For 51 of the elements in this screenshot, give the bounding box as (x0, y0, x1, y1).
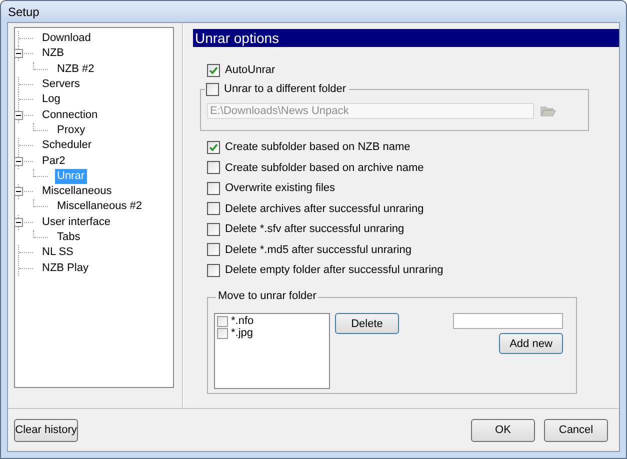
tree-item[interactable]: Download (40, 31, 93, 46)
checkbox-label: AutoUnrar (225, 64, 276, 76)
checkbox-label: Delete empty folder after successful unraring (225, 264, 444, 276)
checkbox-label: Overwrite existing files (225, 182, 336, 194)
checkbox[interactable] (217, 316, 228, 326)
collapse-icon[interactable] (14, 49, 23, 58)
ok-button[interactable]: OK (471, 418, 535, 442)
tree-item[interactable]: Scheduler (40, 138, 94, 154)
checkbox[interactable] (207, 140, 220, 154)
file-pattern-list[interactable]: *.nfo *.jpg (214, 313, 330, 389)
clear-history-button[interactable]: Clear history (14, 418, 78, 442)
checkbox-label: Create subfolder based on archive name (225, 162, 424, 174)
tree-item[interactable]: Log (40, 92, 62, 108)
checkbox[interactable] (207, 222, 220, 236)
collapse-icon[interactable] (14, 156, 23, 166)
checkbox[interactable] (207, 64, 220, 76)
tree-item[interactable]: Servers (40, 77, 82, 92)
checkbox-label: Create subfolder based on NZB name (225, 141, 410, 153)
checkbox-label: Unrar to a different folder (224, 83, 346, 95)
window-title: Setup (8, 4, 40, 18)
collapse-icon[interactable] (14, 110, 23, 120)
tree-item[interactable]: NL SS (40, 245, 76, 260)
tree-item[interactable]: NZB Play (40, 260, 90, 276)
tree-item[interactable]: Connection (40, 108, 100, 123)
collapse-icon[interactable] (14, 218, 23, 227)
collapse-icon[interactable] (14, 187, 23, 196)
tree-item[interactable]: User interface (40, 214, 112, 230)
checkbox[interactable] (207, 264, 220, 276)
section-header: Unrar options (193, 29, 619, 47)
checkbox-label: Delete *.sfv after successful unraring (225, 223, 404, 235)
group-title: Move to unrar folder (216, 290, 318, 302)
checkbox[interactable] (207, 161, 220, 174)
checkbox[interactable] (217, 328, 228, 338)
list-item[interactable]: *.jpg (231, 327, 254, 339)
checkbox[interactable] (207, 202, 220, 215)
tree-item[interactable]: Miscellaneous (40, 184, 114, 200)
tree-item[interactable]: Tabs (55, 230, 82, 245)
input-field[interactable] (453, 313, 563, 329)
tree-item[interactable]: Proxy (55, 122, 88, 138)
list-item[interactable]: *.nfo (231, 315, 254, 327)
checkbox-label: Delete archives after successful unraring (225, 202, 424, 214)
tree-item[interactable]: NZB (40, 46, 66, 62)
checkbox[interactable] (207, 243, 220, 256)
delete-button[interactable]: Delete (335, 313, 399, 334)
tree-item[interactable]: Par2 (40, 154, 68, 169)
cancel-button[interactable]: Cancel (544, 418, 608, 442)
tree-item[interactable]: NZB #2 (55, 62, 96, 77)
checkbox-label: Delete *.md5 after successful unraring (225, 244, 412, 256)
tree-item[interactable]: Miscellaneous #2 (55, 199, 144, 214)
add-new-button[interactable]: Add new (499, 333, 563, 354)
checkbox[interactable] (207, 182, 220, 194)
